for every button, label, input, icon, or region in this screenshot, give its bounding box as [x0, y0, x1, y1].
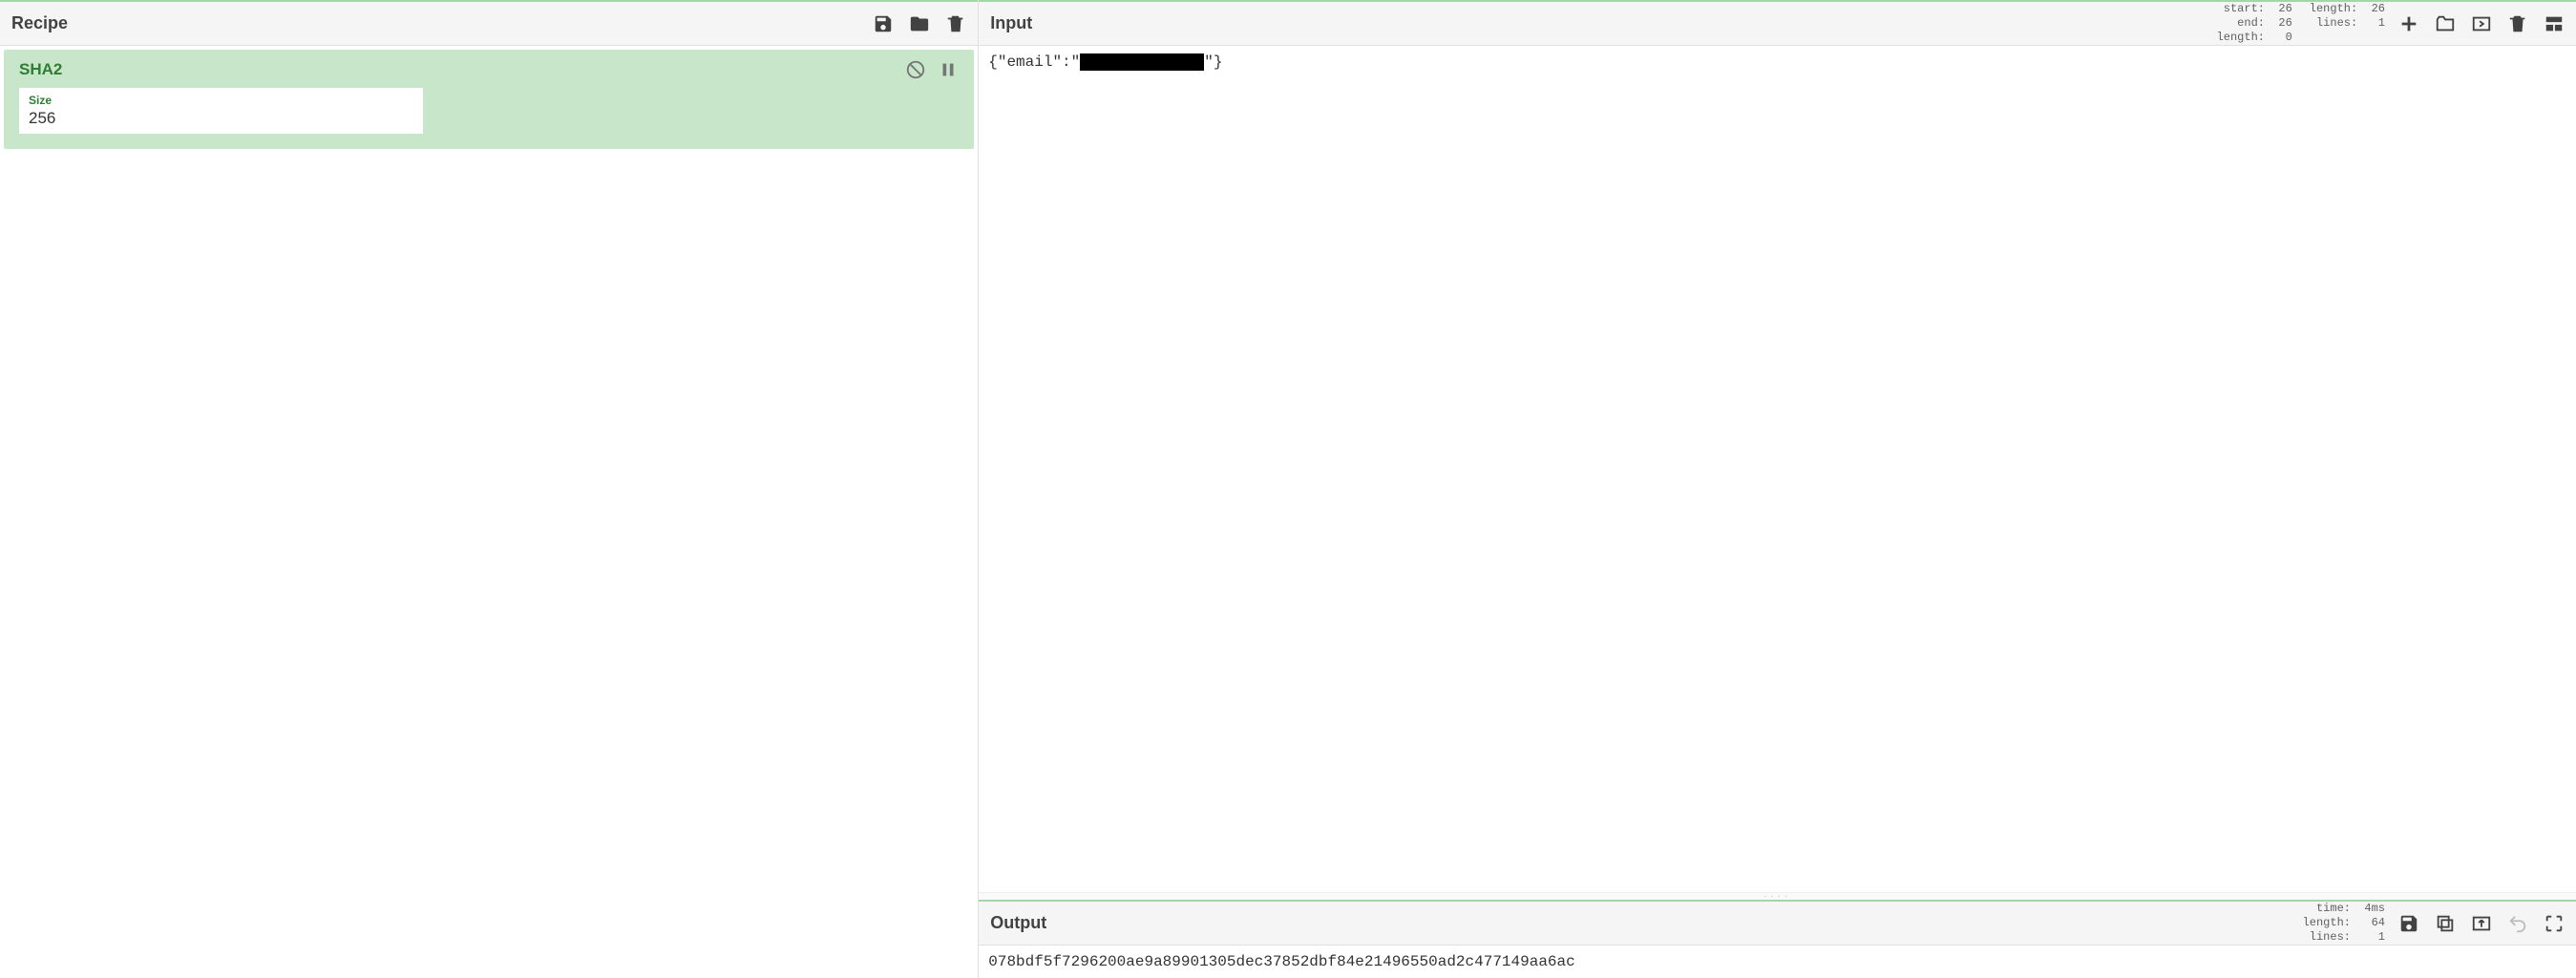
input-title: Input: [990, 13, 1032, 33]
add-input-tab-icon[interactable]: [2398, 13, 2419, 34]
operation-title: SHA2: [19, 60, 62, 79]
recipe-header: Recipe: [0, 0, 978, 46]
recipe-title: Recipe: [11, 13, 68, 33]
save-output-icon[interactable]: [2398, 913, 2419, 934]
open-folder-icon[interactable]: [2435, 13, 2456, 34]
reset-layout-icon[interactable]: [2544, 13, 2565, 34]
input-stats-selection: start: 26 end: 26 length: 0: [2217, 2, 2292, 45]
output-text-area[interactable]: 078bdf5f7296200ae9a89901305dec37852dbf84…: [979, 946, 2576, 978]
output-header: Output time: 4ms length: 64 lines: 1: [979, 900, 2576, 946]
copy-output-icon[interactable]: [2435, 913, 2456, 934]
output-text: 078bdf5f7296200ae9a89901305dec37852dbf84…: [988, 953, 1575, 970]
output-stats-col: time: 4ms length: 64 lines: 1: [2303, 902, 2385, 945]
operation-arg-size[interactable]: Size 256: [19, 88, 423, 134]
output-stats: time: 4ms length: 64 lines: 1: [2303, 902, 2385, 945]
move-output-to-input-icon[interactable]: [2471, 913, 2492, 934]
recipe-body[interactable]: SHA2 Size 256: [0, 46, 978, 978]
input-stats-length: length: 26 lines: 1: [2310, 2, 2385, 45]
load-recipe-icon[interactable]: [909, 13, 930, 34]
output-title: Output: [990, 913, 1046, 933]
save-recipe-icon[interactable]: [873, 13, 894, 34]
recipe-panel: Recipe SHA2: [0, 0, 979, 978]
input-header: Input start: 26 end: 26 length: 0 length…: [979, 0, 2576, 46]
io-column: Input start: 26 end: 26 length: 0 length…: [979, 0, 2576, 978]
input-text-area[interactable]: {"email":" "}: [979, 46, 2576, 892]
clear-recipe-icon[interactable]: [945, 13, 966, 34]
io-resize-handle[interactable]: [979, 892, 2576, 900]
breakpoint-operation-icon[interactable]: [938, 59, 959, 80]
input-text-pre: {"email":": [988, 53, 1080, 71]
input-stats: start: 26 end: 26 length: 0 length: 26 l…: [2217, 2, 2385, 45]
maximize-output-icon[interactable]: [2544, 913, 2565, 934]
operation-block-sha2[interactable]: SHA2 Size 256: [4, 50, 974, 149]
operation-arg-value: 256: [29, 109, 413, 128]
undo-icon[interactable]: [2507, 913, 2528, 934]
input-text-post: "}: [1204, 53, 1222, 71]
operation-arg-label: Size: [29, 94, 413, 107]
open-file-icon[interactable]: [2471, 13, 2492, 34]
clear-input-icon[interactable]: [2507, 13, 2528, 34]
disable-operation-icon[interactable]: [905, 59, 926, 80]
redacted-block: [1080, 53, 1204, 71]
